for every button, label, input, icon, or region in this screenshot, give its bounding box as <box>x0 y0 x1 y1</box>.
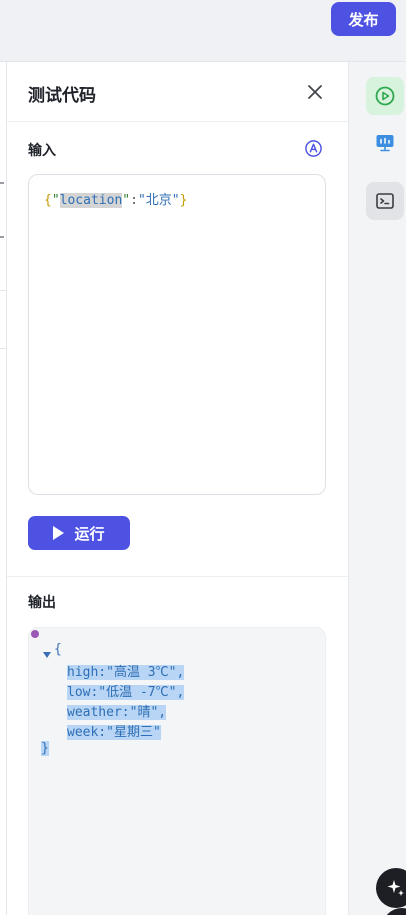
code-value: "北京" <box>137 193 180 208</box>
output-label: 输出 <box>28 595 56 611</box>
status-dot <box>31 630 39 638</box>
edge-divider <box>0 290 7 291</box>
output-line-high: high:"高温 3℃", <box>67 665 185 680</box>
monitor-tab[interactable] <box>366 124 404 162</box>
edge-mark <box>0 182 4 184</box>
run-button-label: 运行 <box>74 524 105 543</box>
code-key-location: location <box>59 193 123 208</box>
terminal-tab[interactable] <box>366 182 404 220</box>
panel-header: 测试代码 <box>7 62 349 122</box>
collapse-arrow-icon[interactable] <box>43 652 51 658</box>
top-bar: 发布 <box>0 0 406 62</box>
input-label: 输入 <box>28 143 56 159</box>
output-line: week:"星期三" <box>67 721 161 740</box>
code-open-brace: { <box>44 193 52 208</box>
left-editor-edge <box>0 62 7 915</box>
monitor-icon <box>376 135 394 152</box>
output-line: low:"低温 -7℃", <box>67 681 185 700</box>
input-code-line: {"location":"北京"} <box>44 189 187 208</box>
output-close-brace-text: } <box>41 741 49 756</box>
section-divider <box>7 576 349 577</box>
edge-mark <box>0 236 4 238</box>
close-icon[interactable] <box>303 80 327 104</box>
code-quote: " <box>122 193 131 208</box>
output-open-brace: { <box>54 642 62 657</box>
output-viewer[interactable]: { high:"高温 3℃", low:"低温 -7℃", weather:"晴… <box>28 627 326 915</box>
output-line: weather:"晴", <box>67 701 167 720</box>
code-colon: : <box>130 193 138 208</box>
play-circle-icon <box>375 86 395 106</box>
run-test-tab[interactable] <box>366 77 404 115</box>
output-line-weather: weather:"晴", <box>67 705 167 720</box>
output-line-low: low:"低温 -7℃", <box>67 685 185 700</box>
test-code-panel: 测试代码 输入 {"location":"北京"} 运行 输出 { high:"… <box>7 62 349 915</box>
right-tool-bar <box>350 62 406 915</box>
panel-title: 测试代码 <box>28 86 96 106</box>
output-close-brace: } <box>41 741 49 756</box>
code-close-brace: } <box>179 193 188 208</box>
a-circle-icon[interactable] <box>304 139 323 158</box>
run-button[interactable]: 运行 <box>28 516 130 550</box>
code-quote: " <box>51 193 60 208</box>
edge-divider <box>0 348 7 349</box>
output-line: high:"高温 3℃", <box>67 661 185 680</box>
play-icon <box>53 526 65 540</box>
output-line-week: week:"星期三" <box>67 725 161 740</box>
sparkle-icon <box>387 880 404 896</box>
terminal-icon <box>376 193 394 209</box>
publish-button[interactable]: 发布 <box>331 2 396 36</box>
input-code-editor[interactable]: {"location":"北京"} <box>28 174 326 495</box>
